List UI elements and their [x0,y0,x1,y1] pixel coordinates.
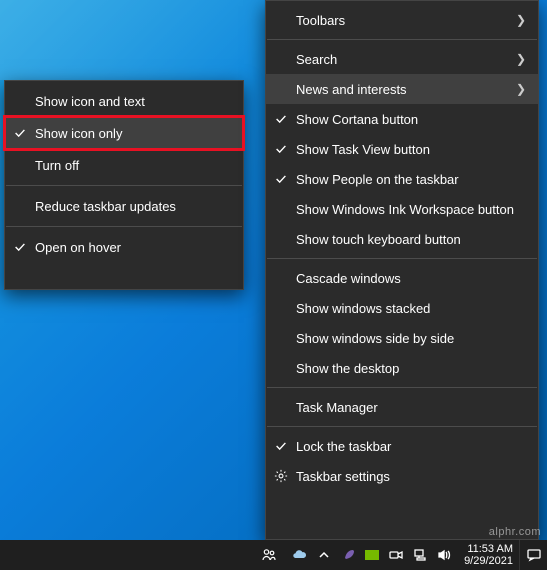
menu-item-show-desktop[interactable]: Show the desktop [266,353,538,383]
menu-item-lock-taskbar[interactable]: Lock the taskbar [266,431,538,461]
menu-item-task-manager[interactable]: Task Manager [266,392,538,422]
chevron-right-icon: ❯ [510,52,526,66]
chevron-right-icon: ❯ [510,82,526,96]
check-icon [5,240,35,254]
submenu-label: Open on hover [35,240,231,255]
menu-item-show-task-view[interactable]: Show Task View button [266,134,538,164]
menu-label: Show Windows Ink Workspace button [296,202,526,217]
news-interests-submenu: Show icon and text Show icon only Turn o… [4,80,244,290]
check-icon [5,126,35,140]
onedrive-icon[interactable] [292,547,308,563]
menu-separator [267,387,537,388]
menu-item-news-and-interests[interactable]: News and interests ❯ [266,74,538,104]
menu-item-stacked[interactable]: Show windows stacked [266,293,538,323]
menu-item-search[interactable]: Search ❯ [266,44,538,74]
menu-label: Cascade windows [296,271,526,286]
menu-item-side-by-side[interactable]: Show windows side by side [266,323,538,353]
check-icon [266,142,296,156]
taskbar-context-menu: Toolbars ❯ Search ❯ News and interests ❯… [265,0,539,540]
submenu-item-show-icon-and-text[interactable]: Show icon and text [5,85,243,117]
gear-icon [266,469,296,483]
menu-item-show-people[interactable]: Show People on the taskbar [266,164,538,194]
menu-label: Show Task View button [296,142,526,157]
people-button[interactable] [252,540,286,570]
clock-time: 11:53 AM [464,543,513,555]
check-icon [266,112,296,126]
menu-label: Show People on the taskbar [296,172,526,187]
tray-chevron-up-icon[interactable] [316,547,332,563]
menu-separator [267,258,537,259]
menu-item-toolbars[interactable]: Toolbars ❯ [266,5,538,35]
taskbar[interactable]: 11:53 AM 9/29/2021 [0,540,547,570]
submenu-item-show-icon-only[interactable]: Show icon only [5,117,243,149]
menu-label: Show windows side by side [296,331,526,346]
submenu-item-turn-off[interactable]: Turn off [5,149,243,181]
menu-label: Toolbars [296,13,510,28]
menu-label: Taskbar settings [296,469,526,484]
menu-label: Show Cortana button [296,112,526,127]
check-icon [266,172,296,186]
network-icon[interactable] [412,547,428,563]
menu-item-show-cortana[interactable]: Show Cortana button [266,104,538,134]
menu-separator [267,426,537,427]
submenu-label: Reduce taskbar updates [35,199,231,214]
watermark-text: alphr.com [489,526,541,538]
volume-icon[interactable] [436,547,452,563]
submenu-item-reduce-updates[interactable]: Reduce taskbar updates [5,190,243,222]
submenu-label: Turn off [35,158,231,173]
desktop-light-shape [0,0,264,80]
taskbar-clock[interactable]: 11:53 AM 9/29/2021 [458,543,519,567]
chevron-right-icon: ❯ [510,13,526,27]
menu-item-show-ink[interactable]: Show Windows Ink Workspace button [266,194,538,224]
menu-separator [267,39,537,40]
meet-now-icon[interactable] [388,547,404,563]
submenu-label: Show icon and text [35,94,231,109]
menu-label: Search [296,52,510,67]
menu-label: Lock the taskbar [296,439,526,454]
submenu-item-open-on-hover[interactable]: Open on hover [5,231,243,263]
submenu-label: Show icon only [35,126,231,141]
system-tray[interactable] [286,547,458,563]
menu-item-show-touch-keyboard[interactable]: Show touch keyboard button [266,224,538,254]
menu-label: Show windows stacked [296,301,526,316]
clock-date: 9/29/2021 [464,555,513,567]
menu-item-taskbar-settings[interactable]: Taskbar settings [266,461,538,491]
feather-icon[interactable] [340,547,356,563]
nvidia-icon[interactable] [364,547,380,563]
menu-label: Task Manager [296,400,526,415]
menu-label: Show touch keyboard button [296,232,526,247]
menu-item-cascade[interactable]: Cascade windows [266,263,538,293]
check-icon [266,439,296,453]
action-center-button[interactable] [519,540,547,570]
menu-label: News and interests [296,82,510,97]
menu-separator [6,185,242,186]
menu-separator [6,226,242,227]
menu-label: Show the desktop [296,361,526,376]
